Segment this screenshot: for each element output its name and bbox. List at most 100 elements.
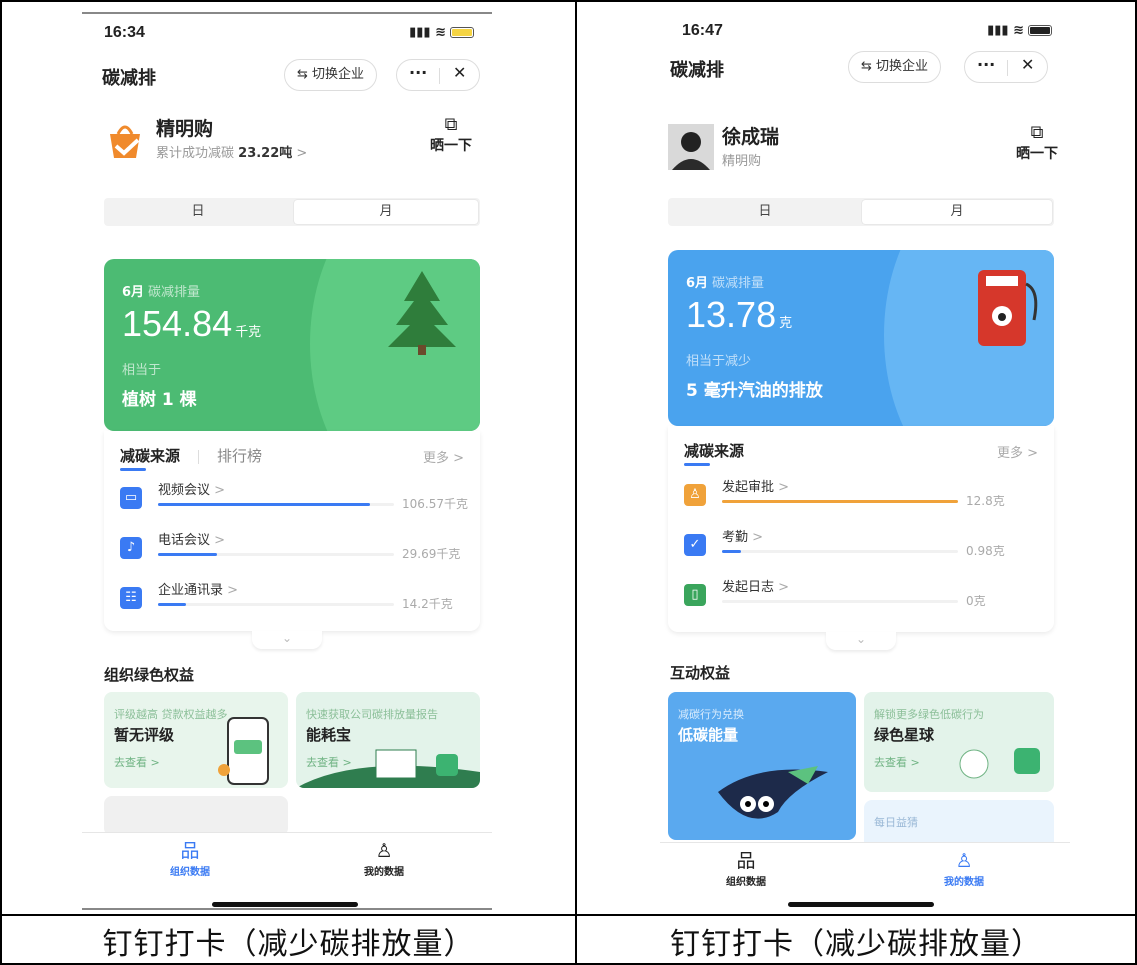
signal-icon: ▮▮▮ — [987, 23, 1009, 38]
status-bar: 16:47 ▮▮▮ ≋ — [660, 12, 1070, 48]
energy-exchange-card[interactable]: 减碳行为兑换 低碳能量 — [668, 692, 856, 840]
source-row-video[interactable]: ▭ 视频会议 > 106.57千克 — [120, 479, 470, 521]
energy-card[interactable]: 快速获取公司碳排放量报告 能耗宝 去查看 > — [296, 692, 480, 788]
hero-value: 154.84 千克 — [122, 303, 262, 344]
tab-sources[interactable]: 减碳来源 — [120, 445, 180, 471]
page-title: 碳减排 — [102, 68, 156, 89]
fuel-pump-icon — [978, 270, 1038, 346]
pine-tree-icon — [388, 271, 456, 355]
hero-value: 13.78 克 — [686, 294, 793, 335]
tab-my-data[interactable]: ♙ 我的数据 — [334, 839, 434, 878]
rating-card[interactable]: 评级越高 贷款权益越多 暂无评级 去查看 > — [104, 692, 288, 788]
panel-tabs: 减碳来源 排行榜 — [120, 445, 280, 471]
shop-logo-icon — [102, 116, 148, 162]
miniapp-capsule: ··· ✕ — [964, 51, 1048, 83]
tab-sources[interactable]: 减碳来源 — [684, 440, 744, 466]
progress-fill — [158, 553, 217, 556]
shield-check-icon: ✓ — [684, 534, 706, 556]
reduction-hero-card: 6月 碳减排量 154.84 千克 相当于 植树 1 棵 — [104, 259, 480, 431]
column-divider — [575, 0, 577, 965]
status-time: 16:47 — [682, 22, 723, 39]
toggle-month[interactable]: 月 — [862, 200, 1052, 224]
status-time: 16:34 — [104, 24, 145, 41]
panel-tabs: 减碳来源 — [684, 440, 762, 466]
toggle-day[interactable]: 日 — [670, 200, 860, 224]
green-planet-card[interactable]: 解锁更多绿色低碳行为 绿色星球 去查看 > — [864, 692, 1054, 792]
title-bar: 碳减排 ⇆ 切换企业 ··· ✕ — [82, 54, 492, 98]
home-indicator — [212, 902, 358, 907]
switch-company-button[interactable]: ⇆ 切换企业 — [284, 59, 378, 91]
external-link-icon: ⧉ — [444, 114, 458, 135]
microphone-icon: ♪ — [120, 537, 142, 559]
placeholder-card — [104, 796, 288, 836]
close-button[interactable]: ✕ — [1021, 55, 1034, 74]
user-icon: ♙ — [375, 840, 393, 862]
home-indicator — [788, 902, 934, 907]
caption-divider — [0, 914, 1137, 916]
source-row-approval[interactable]: ♙ 发起审批 > 12.8克 — [684, 476, 1034, 518]
hero-equivalent-value: 5 毫升汽油的排放 — [686, 381, 823, 401]
bottom-tab-bar: 品 组织数据 ♙ 我的数据 — [82, 832, 492, 892]
reduction-hero-card: 6月 碳减排量 13.78 克 相当于减少 5 毫升汽油的排放 — [668, 250, 1054, 426]
planet-illustration-icon — [959, 748, 1040, 779]
org-chart-icon: 品 — [736, 850, 756, 872]
signal-icon: ▮▮▮ — [409, 25, 431, 40]
progress-fill — [158, 503, 371, 506]
tab-org-data[interactable]: 品 组织数据 — [140, 839, 240, 878]
wifi-icon: ≋ — [1013, 23, 1024, 38]
factory-illustration-icon — [296, 749, 480, 788]
battery-icon — [450, 27, 474, 38]
status-bar: 16:34 ▮▮▮ ≋ — [82, 14, 492, 50]
period-toggle: 日 月 — [668, 198, 1054, 226]
source-row-phone[interactable]: ♪ 电话会议 > 29.69千克 — [120, 529, 470, 571]
tab-org-data[interactable]: 品 组织数据 — [696, 849, 796, 888]
caption-left: 钉钉打卡（减少碳排放量） — [102, 926, 475, 962]
wifi-icon: ≋ — [435, 25, 446, 40]
more-button[interactable]: ··· — [409, 63, 427, 82]
source-row-contacts[interactable]: ☷ 企业通讯录 > 14.2千克 — [120, 579, 470, 621]
close-button[interactable]: ✕ — [453, 63, 466, 82]
tab-ranking[interactable]: 排行榜 — [217, 445, 262, 466]
expand-chevron-icon[interactable]: ⌄ — [252, 631, 322, 649]
status-icons: ▮▮▮ ≋ — [409, 25, 474, 40]
profile-header: 精明购 累计成功减碳 23.22吨 > ⧉ 晒一下 — [102, 112, 472, 172]
log-book-icon: ▯ — [684, 584, 706, 606]
switch-company-button[interactable]: ⇆ 切换企业 — [848, 51, 942, 83]
battery-icon — [1028, 25, 1052, 36]
source-row-attendance[interactable]: ✓ 考勤 > 0.98克 — [684, 526, 1034, 568]
profile-name: 精明购 — [156, 118, 214, 140]
left-phone-screen: 16:34 ▮▮▮ ≋ 碳减排 ⇆ 切换企业 ··· ✕ 精明购 累计成功减碳 … — [82, 12, 492, 910]
source-row-log[interactable]: ▯ 发起日志 > 0克 — [684, 576, 1034, 618]
page-title: 碳减排 — [670, 60, 724, 81]
bottom-tab-bar: 品 组织数据 ♙ 我的数据 — [660, 842, 1070, 902]
toggle-day[interactable]: 日 — [106, 200, 290, 224]
progress-fill — [722, 550, 741, 553]
profile-header: 徐成瑞 精明购 ⧉ 晒一下 — [668, 120, 1058, 180]
hero-equivalent-value: 植树 1 棵 — [122, 390, 197, 410]
more-link[interactable]: 更多 > — [997, 442, 1038, 461]
hero-equivalent-label: 相当于 — [122, 363, 162, 378]
external-link-icon: ⧉ — [1030, 122, 1044, 143]
hero-equivalent-label: 相当于减少 — [686, 354, 752, 369]
sources-panel: 减碳来源 排行榜 更多 > ▭ 视频会议 > 106.57千克 ♪ 电话会议 > … — [104, 431, 480, 631]
more-button[interactable]: ··· — [977, 55, 995, 74]
share-button[interactable]: ⧉ 晒一下 — [430, 114, 472, 155]
contacts-icon: ☷ — [120, 587, 142, 609]
phone-illustration-icon — [218, 717, 269, 785]
progress-fill — [158, 603, 187, 606]
org-chart-icon: 品 — [180, 840, 200, 862]
more-link[interactable]: 更多 > — [423, 447, 464, 466]
toggle-month[interactable]: 月 — [294, 200, 478, 224]
period-toggle: 日 月 — [104, 198, 480, 226]
hero-month: 6月 碳减排量 — [122, 285, 201, 300]
right-phone-screen: 16:47 ▮▮▮ ≋ 碳减排 ⇆ 切换企业 ··· ✕ 徐成瑞 精明购 ⧉ 晒… — [660, 12, 1070, 910]
title-bar: 碳减排 ⇆ 切换企业 ··· ✕ — [660, 46, 1070, 90]
status-icons: ▮▮▮ ≋ — [987, 23, 1052, 38]
expand-chevron-icon[interactable]: ⌄ — [826, 632, 896, 650]
hero-month: 6月 碳减排量 — [686, 276, 765, 291]
cumulative-reduction[interactable]: 累计成功减碳 23.22吨 > — [156, 142, 307, 161]
share-button[interactable]: ⧉ 晒一下 — [1016, 122, 1058, 163]
video-icon: ▭ — [120, 487, 142, 509]
stamp-icon: ♙ — [684, 484, 706, 506]
tab-my-data[interactable]: ♙ 我的数据 — [914, 849, 1014, 888]
